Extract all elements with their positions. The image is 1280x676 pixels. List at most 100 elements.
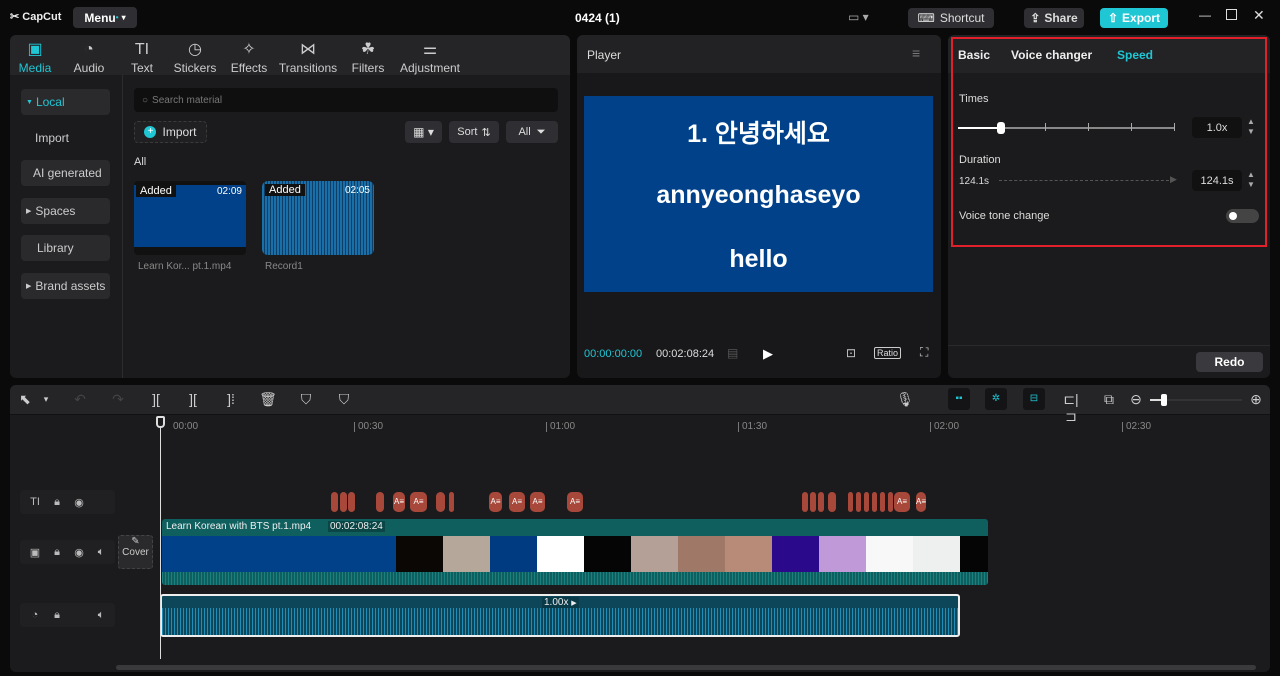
ai-shield-icon[interactable]: ⛉ — [296, 391, 316, 408]
tab-transitions[interactable]: ⋈ Transitions — [278, 39, 338, 75]
duration-stepper[interactable]: ▲ ▼ — [1247, 170, 1255, 190]
playhead[interactable] — [156, 416, 165, 659]
sort-button[interactable]: Sort ⇅ — [449, 121, 499, 143]
search-input[interactable]: ○ Search material — [134, 88, 558, 112]
media-item-video[interactable]: Added 02:09 — [134, 181, 246, 255]
tab-basic[interactable]: Basic — [958, 48, 990, 62]
text-clip[interactable] — [818, 492, 824, 512]
auto-snap-button[interactable]: ✲ — [985, 388, 1007, 410]
play-button[interactable]: ▶ — [763, 346, 773, 362]
zoom-to-fit-icon[interactable]: ⧉ — [1099, 391, 1119, 408]
text-clip[interactable] — [848, 492, 853, 512]
share-button[interactable]: ⇪ Share — [1024, 8, 1084, 28]
lock-icon[interactable]: 🔒︎ — [50, 609, 64, 622]
microphone-icon[interactable]: 🎙 — [895, 391, 915, 408]
speaker-icon[interactable]: 🔈︎ — [94, 546, 108, 559]
tab-stickers[interactable]: ◷ Stickers — [165, 39, 225, 75]
times-stepper[interactable]: ▲ ▼ — [1247, 117, 1255, 137]
eye-icon[interactable]: ◉ — [72, 546, 86, 559]
video-clip[interactable]: Learn Korean with BTS pt.1.mp4 00:02:08:… — [162, 519, 988, 585]
timeline-scrollbar[interactable] — [116, 665, 1256, 670]
media-item-audio[interactable]: Added 02:05 — [262, 181, 374, 255]
tab-voice-changer[interactable]: Voice changer — [1011, 48, 1092, 62]
shortcut-button[interactable]: ⌨ Shortcut — [908, 8, 994, 28]
text-clip[interactable] — [828, 492, 836, 512]
tab-adjustment[interactable]: ⚌ Adjustment — [397, 39, 463, 75]
sidebar-item-spaces[interactable]: ▶ Spaces — [21, 198, 110, 224]
split-icon[interactable]: ][ — [146, 391, 166, 407]
sidebar-item-local[interactable]: ▼ Local — [21, 89, 110, 115]
zoom-out-icon[interactable]: ⊖ — [1126, 391, 1146, 408]
zoom-slider[interactable] — [1150, 394, 1242, 406]
redo-icon[interactable]: ↷ — [108, 391, 128, 408]
tab-text[interactable]: TI Text — [112, 39, 172, 75]
import-button[interactable]: + Import — [134, 121, 207, 143]
zoom-in-icon[interactable]: ⊕ — [1246, 391, 1266, 408]
main-track-magnet-button[interactable]: ▪▪ — [948, 388, 970, 410]
sidebar-item-library[interactable]: Library — [21, 235, 110, 261]
zoom-slider-handle[interactable] — [1160, 394, 1167, 406]
duration-input[interactable]: 124.1s — [1192, 170, 1242, 191]
tab-speed[interactable]: Speed — [1117, 48, 1153, 62]
text-clip[interactable]: A≡ — [393, 492, 405, 512]
split-right-icon[interactable]: ]⁞ — [221, 391, 241, 407]
playhead-handle[interactable] — [156, 416, 165, 428]
text-clip[interactable]: A≡ — [489, 492, 502, 512]
sidebar-item-ai-generated[interactable]: AI generated — [21, 160, 110, 186]
text-clip[interactable] — [872, 492, 877, 512]
tab-audio[interactable]: ◔ Audio — [59, 39, 119, 75]
hamburger-menu-icon[interactable]: ≡ — [912, 45, 920, 61]
maximize-button[interactable] — [1226, 9, 1237, 20]
speed-slider[interactable] — [958, 122, 1175, 134]
close-button[interactable]: ✕ — [1253, 7, 1265, 24]
speaker-icon[interactable]: 🔈︎ — [94, 609, 108, 622]
tab-filters[interactable]: ☘ Filters — [338, 39, 398, 75]
text-clip[interactable] — [888, 492, 893, 512]
redo-button[interactable]: Redo — [1196, 352, 1263, 372]
voice-tone-toggle[interactable] — [1226, 209, 1259, 223]
text-clip[interactable] — [856, 492, 861, 512]
tab-effects[interactable]: ✧ Effects — [219, 39, 279, 75]
text-clip[interactable] — [802, 492, 808, 512]
text-clip[interactable] — [348, 492, 355, 512]
text-clip[interactable] — [880, 492, 885, 512]
text-clip[interactable] — [340, 492, 347, 512]
timeline-grid-icon[interactable]: ▤ — [727, 346, 738, 360]
text-clip[interactable] — [436, 492, 445, 512]
text-clip[interactable]: A≡ — [509, 492, 525, 512]
times-input[interactable]: 1.0x — [1192, 117, 1242, 138]
text-clip[interactable] — [331, 492, 338, 512]
split-left-icon[interactable]: ]​[ — [183, 391, 203, 407]
text-clip[interactable]: A≡ — [410, 492, 427, 512]
speed-slider-handle[interactable] — [997, 122, 1006, 134]
shield-icon[interactable]: ⛉ — [334, 391, 354, 408]
fullscreen-icon[interactable]: ⛶ — [920, 345, 928, 360]
chevron-down-icon[interactable]: ▾ — [36, 394, 56, 405]
sidebar-item-import[interactable]: Import — [21, 125, 110, 151]
video-preview[interactable]: 1. 안녕하세요 annyeonghaseyo hello — [584, 96, 933, 292]
undo-icon[interactable]: ↶ — [70, 391, 90, 408]
text-clip[interactable]: A≡ — [916, 492, 926, 512]
delete-icon[interactable]: 🗑 — [258, 391, 278, 408]
text-clip[interactable] — [864, 492, 869, 512]
text-clip[interactable]: A≡ — [894, 492, 910, 512]
lock-icon[interactable]: 🔒︎ — [50, 546, 64, 559]
cover-button[interactable]: ✎ Cover — [118, 535, 153, 569]
text-clip[interactable] — [449, 492, 454, 512]
text-clip[interactable] — [376, 492, 384, 512]
text-clip[interactable]: A≡ — [567, 492, 583, 512]
fit-zoom-icon[interactable]: ⊡ — [846, 346, 856, 360]
view-mode-button[interactable]: ▦ ▾ — [405, 121, 442, 143]
text-clip[interactable] — [810, 492, 816, 512]
audio-clip[interactable]: 1.00x ▶ — [160, 594, 960, 637]
sidebar-item-brand-assets[interactable]: ▶ Brand assets — [21, 273, 110, 299]
menu-button[interactable]: Menu • ▾ — [73, 7, 137, 28]
layout-icon[interactable]: ▭ ▾ — [848, 10, 869, 24]
minimize-button[interactable]: — — [1199, 8, 1211, 22]
export-button[interactable]: ⇧ Export — [1100, 8, 1168, 28]
text-clip[interactable]: A≡ — [530, 492, 545, 512]
ratio-button[interactable]: Ratio — [874, 347, 902, 359]
link-clips-button[interactable]: ⊟ — [1023, 388, 1045, 410]
filter-button[interactable]: All ⏷ — [506, 121, 558, 143]
tab-media[interactable]: ▣ Media — [10, 39, 65, 75]
